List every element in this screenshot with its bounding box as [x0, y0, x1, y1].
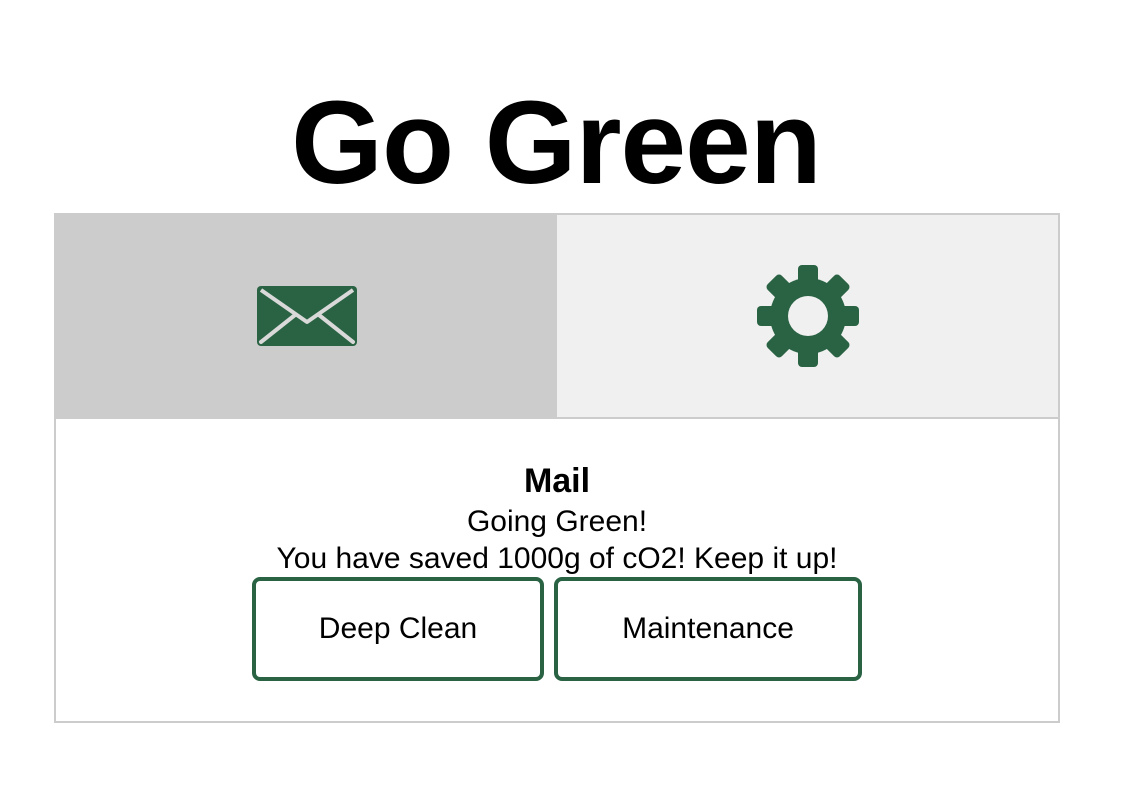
tab-content: Mail Going Green! You have saved 1000g o…	[56, 419, 1058, 721]
content-title: Mail	[523, 462, 591, 500]
tab-bar	[56, 215, 1058, 417]
gear-icon	[756, 265, 859, 367]
deep-clean-button[interactable]: Deep Clean	[252, 577, 544, 681]
savings-message: You have saved 1000g of cO2! Keep it up!	[276, 542, 838, 575]
status-message: Going Green!	[466, 505, 648, 538]
tab-mail[interactable]	[56, 215, 557, 417]
maintenance-button[interactable]: Maintenance	[554, 577, 862, 681]
app-title: Go Green	[291, 77, 822, 209]
mail-icon	[256, 286, 357, 346]
tab-settings[interactable]	[557, 215, 1058, 417]
main-panel: Mail Going Green! You have saved 1000g o…	[54, 213, 1060, 723]
